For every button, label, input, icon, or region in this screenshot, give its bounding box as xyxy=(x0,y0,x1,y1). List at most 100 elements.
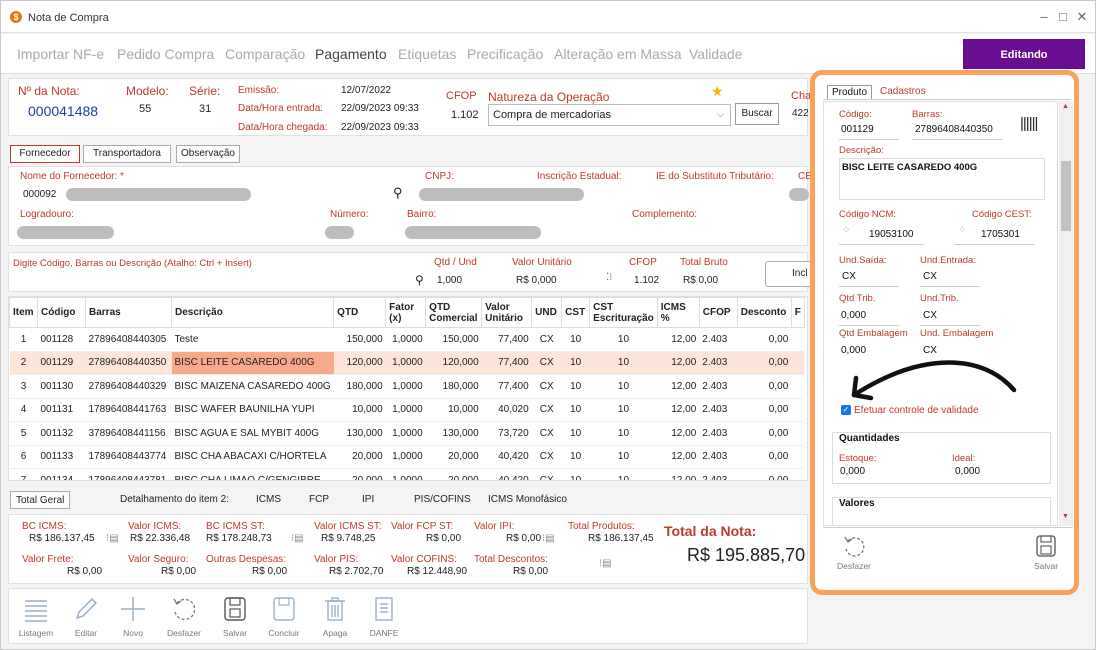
table-cell[interactable]: 001131 xyxy=(37,398,86,422)
table-cell[interactable]: 20,000 xyxy=(425,445,482,469)
col-descricao[interactable]: Descrição xyxy=(170,297,335,328)
col-codigo[interactable]: Código xyxy=(37,297,86,328)
valor-unitario-value[interactable]: R$ 0,000 xyxy=(516,275,557,286)
novo-button[interactable]: Novo xyxy=(108,592,158,638)
table-cell[interactable]: 40,420 xyxy=(481,445,532,469)
tab-fornecedor[interactable]: Fornecedor xyxy=(10,145,80,163)
barcode-icon[interactable]: |||||| xyxy=(1020,115,1038,132)
table-cell[interactable]: 12,00 xyxy=(657,351,700,375)
table-cell[interactable]: 10 xyxy=(589,351,658,375)
table-cell[interactable]: BISC MAIZENA CASAREDO 400G xyxy=(171,374,334,399)
und-trib-value[interactable]: CX xyxy=(923,310,937,321)
col-valor-unitario[interactable]: Valor Unitário xyxy=(481,297,533,328)
table-cell[interactable]: 10 xyxy=(589,398,658,422)
search-icon[interactable]: ⚲ xyxy=(393,185,403,201)
table-cell[interactable]: Teste xyxy=(171,327,334,352)
table-cell[interactable]: 10 xyxy=(589,374,658,399)
table-cell[interactable]: 77,400 xyxy=(481,351,532,375)
tab-cadastros[interactable]: Cadastros xyxy=(880,86,926,97)
table-cell[interactable]: 1,0000 xyxy=(385,445,426,469)
qtd-value[interactable]: 1,000 xyxy=(437,275,462,286)
table-cell[interactable]: 77,400 xyxy=(481,327,532,352)
table-cell[interactable]: 150,000 xyxy=(425,327,482,352)
table-cell[interactable]: 40,420 xyxy=(481,468,532,480)
table-cell[interactable]: CX xyxy=(531,468,562,480)
table-row[interactable]: 2 001129 27896408440350 BISC LEITE CASAREDO… xyxy=(9,351,805,375)
table-row[interactable]: 6 001133 17896408443774 BISC CHA ABACAXI C/… xyxy=(9,445,805,469)
table-cell[interactable]: 2.403 xyxy=(699,468,738,480)
menu-validade[interactable]: Validade xyxy=(689,46,742,62)
scroll-down-icon[interactable]: ▼ xyxy=(1062,513,1069,520)
tab-produto[interactable]: Produto xyxy=(827,85,873,99)
table-cell[interactable]: 120,000 xyxy=(333,351,386,375)
apaga-button[interactable]: Apaga xyxy=(310,592,360,638)
col-cst[interactable]: CST xyxy=(561,297,591,328)
cest-value[interactable]: 1705301 xyxy=(981,229,1020,240)
calc-icon[interactable]: ⁝▤ xyxy=(106,533,119,544)
calc-icon[interactable]: ⁝▤ xyxy=(542,533,555,544)
table-cell[interactable]: 130,000 xyxy=(333,421,386,446)
table-cell[interactable]: 10 xyxy=(589,327,658,352)
table-cell[interactable]: 1,0000 xyxy=(385,374,426,399)
table-cell[interactable]: 17896408443781 xyxy=(85,468,172,480)
table-cell[interactable]: 10 xyxy=(561,445,590,469)
table-cell[interactable]: 2.403 xyxy=(699,327,738,352)
table-row[interactable]: 4 001131 17896408441763 BISC WAFER BAUNILHA… xyxy=(9,398,805,422)
minimize-icon[interactable]: – xyxy=(1036,9,1052,24)
tab-icms[interactable]: ICMS xyxy=(256,491,281,509)
table-cell[interactable]: 2.403 xyxy=(699,398,738,422)
menu-etiquetas[interactable]: Etiquetas xyxy=(398,46,456,62)
table-cell[interactable]: 10 xyxy=(561,468,590,480)
table-cell[interactable]: 10,000 xyxy=(333,398,386,422)
table-cell[interactable]: 001133 xyxy=(37,445,86,469)
table-row[interactable]: 3 001130 27896408440329 BISC MAIZENA CASARE… xyxy=(9,374,805,399)
table-cell[interactable]: 0,00 xyxy=(737,445,792,469)
table-cell[interactable]: 1,0000 xyxy=(385,398,426,422)
ncm-value[interactable]: 19053100 xyxy=(869,229,914,240)
table-cell[interactable]: 10 xyxy=(561,421,590,446)
side-salvar-button[interactable]: Salvar xyxy=(1021,534,1071,571)
table-cell[interactable]: BISC WAFER BAUNILHA YUPI xyxy=(171,398,334,422)
listagem-button[interactable]: Listagem xyxy=(11,592,61,638)
scroll-up-icon[interactable]: ▲ xyxy=(1062,103,1069,110)
table-cell[interactable]: CX xyxy=(531,374,562,399)
editar-button[interactable]: Editar xyxy=(61,592,111,638)
maximize-icon[interactable]: □ xyxy=(1055,9,1071,24)
scrollbar-thumb[interactable] xyxy=(1061,161,1071,231)
col-cst-escrituracao[interactable]: CST Escrituração xyxy=(589,297,658,328)
barras-value[interactable]: 27896408440350 xyxy=(915,124,993,135)
tab-pis-cofins[interactable]: PIS/COFINS xyxy=(414,491,471,509)
tab-fcp[interactable]: FCP xyxy=(309,491,329,509)
col-f[interactable]: F xyxy=(790,297,805,328)
table-cell[interactable]: 40,020 xyxy=(481,398,532,422)
side-scrollbar[interactable]: ▲ ▼ xyxy=(1059,101,1073,526)
menu-pedido-compra[interactable]: Pedido Compra xyxy=(117,46,214,62)
table-cell[interactable]: 1,0000 xyxy=(385,327,426,352)
qtd-trib-value[interactable]: 0,000 xyxy=(841,310,866,321)
col-icms[interactable]: ICMS % xyxy=(656,297,700,328)
search-icon[interactable]: ⚲ xyxy=(415,273,424,287)
table-cell[interactable]: CX xyxy=(531,327,562,352)
spinner-icon[interactable]: ⁘ xyxy=(958,225,966,236)
table-cell[interactable]: 12,00 xyxy=(657,374,700,399)
table-cell[interactable]: 1,0000 xyxy=(385,468,426,480)
table-cell[interactable]: 4 xyxy=(9,398,38,422)
table-cell[interactable]: 27896408440350 xyxy=(85,351,172,375)
table-cell[interactable]: 2.403 xyxy=(699,445,738,469)
menu-comparacao[interactable]: Comparação xyxy=(225,46,305,62)
table-cell[interactable]: 12,00 xyxy=(657,445,700,469)
table-cell[interactable]: CX xyxy=(531,445,562,469)
table-cell[interactable]: 3 xyxy=(9,374,38,399)
calc-icon[interactable]: ⁝▤ xyxy=(291,533,304,544)
und-saida-value[interactable]: CX xyxy=(842,271,856,282)
table-cell[interactable]: 12,00 xyxy=(657,421,700,446)
table-cell[interactable]: 2.403 xyxy=(699,421,738,446)
table-cell[interactable]: 2.403 xyxy=(699,351,738,375)
menu-importar-nfe[interactable]: Importar NF-e xyxy=(17,46,104,62)
table-cell[interactable]: 1,0000 xyxy=(385,351,426,375)
table-cell[interactable]: 20,000 xyxy=(333,468,386,480)
table-cell[interactable]: 150,000 xyxy=(333,327,386,352)
table-cell[interactable]: 27896408440329 xyxy=(85,374,172,399)
tab-total-geral[interactable]: Total Geral xyxy=(10,491,71,509)
table-cell[interactable]: 5 xyxy=(9,421,38,446)
